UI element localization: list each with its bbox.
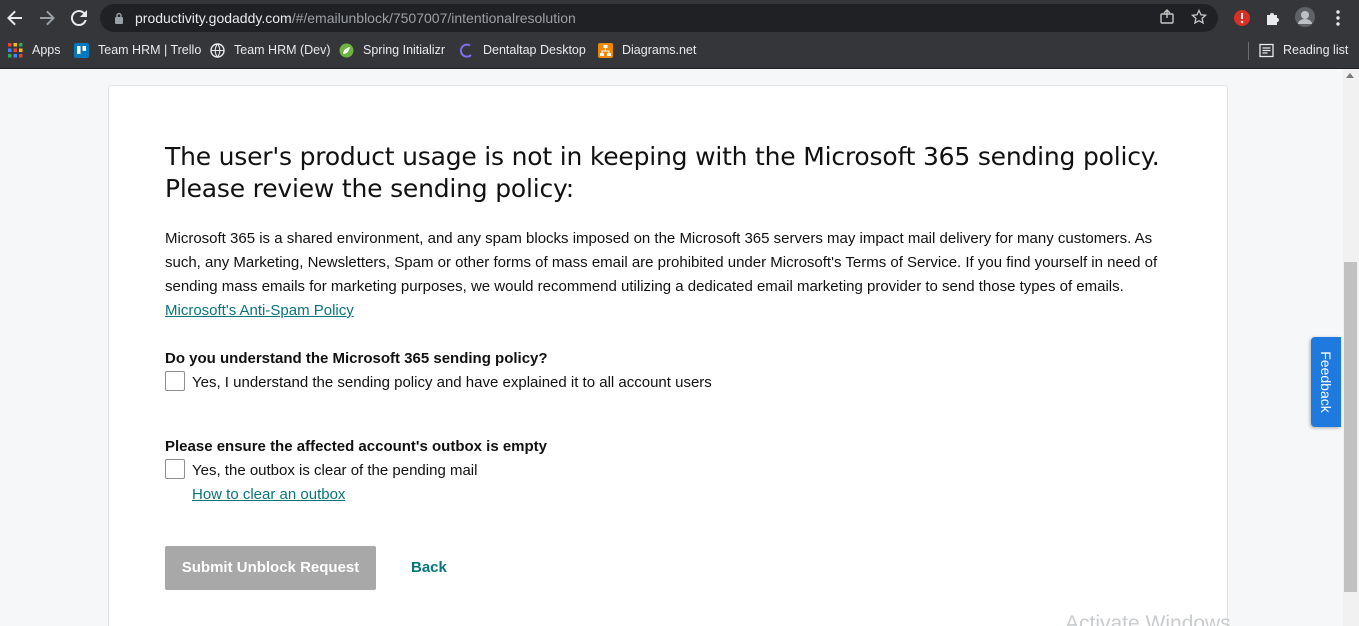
bookmark-label: Team HRM | Trello: [98, 43, 202, 57]
address-bar[interactable]: productivity.godaddy.com/#/emailunblock/…: [100, 4, 1218, 32]
page-title: The user's product usage is not in keepi…: [165, 142, 1160, 203]
bookmark-star-icon[interactable]: [1190, 8, 1208, 27]
reading-list-icon: [1259, 43, 1274, 58]
feedback-tab[interactable]: Feedback: [1311, 337, 1341, 427]
extensions-puzzle-icon[interactable]: [1263, 8, 1283, 28]
bookmarks-divider: [1248, 42, 1249, 60]
dentaltap-icon: [459, 43, 472, 58]
profile-avatar-icon[interactable]: [1294, 6, 1316, 28]
forward-arrow-icon[interactable]: [35, 6, 59, 30]
submit-unblock-button[interactable]: Submit Unblock Request: [165, 546, 376, 590]
scrollbar-thumb[interactable]: [1344, 262, 1357, 592]
extension-shield-icon[interactable]: [1232, 8, 1252, 28]
understand-policy-checkbox[interactable]: [165, 371, 185, 391]
feedback-label: Feedback: [1318, 351, 1334, 413]
trello-icon: [74, 43, 89, 58]
outbox-clear-label[interactable]: Yes, the outbox is clear of the pending …: [192, 462, 477, 479]
lock-icon: [115, 12, 123, 24]
policy-paragraph: Microsoft 365 is a shared environment, a…: [165, 227, 1175, 323]
anti-spam-policy-link[interactable]: Microsoft's Anti-Spam Policy: [165, 302, 354, 319]
bookmark-label: Dentaltap Desktop: [483, 43, 586, 57]
bookmark-label: Team HRM (Dev): [234, 43, 331, 57]
question-outbox: Please ensure the affected account's out…: [165, 438, 548, 455]
diagrams-icon: [598, 43, 613, 58]
reading-list-label: Reading list: [1283, 43, 1349, 57]
bookmarks-bar: Apps Team HRM | Trello Team HRM (Dev) Sp…: [0, 36, 1359, 69]
activate-windows-watermark: Activate Windows: [1065, 612, 1231, 626]
browser-menu-icon[interactable]: [1328, 8, 1348, 28]
unblock-card: The user's product usage is not in keepi…: [108, 85, 1231, 626]
page-viewport: The user's product usage is not in keepi…: [0, 69, 1343, 626]
outbox-clear-checkbox[interactable]: [165, 459, 185, 479]
browser-toolbar: productivity.godaddy.com/#/emailunblock/…: [0, 0, 1359, 36]
share-icon[interactable]: [1158, 9, 1176, 27]
question-sending-policy: Do you understand the Microsoft 365 send…: [165, 350, 548, 367]
reload-icon[interactable]: [67, 6, 91, 30]
bookmark-label: Apps: [32, 43, 61, 57]
bookmark-label: Diagrams.net: [622, 43, 697, 57]
back-arrow-icon[interactable]: [3, 6, 27, 30]
policy-text: Microsoft 365 is a shared environment, a…: [165, 230, 1158, 295]
spring-leaf-icon: [339, 43, 354, 58]
apps-grid-icon: [8, 43, 23, 58]
globe-icon: [210, 43, 225, 58]
url-text: productivity.godaddy.com/#/emailunblock/…: [135, 10, 576, 26]
clear-outbox-link[interactable]: How to clear an outbox: [192, 486, 345, 503]
bookmark-label: Spring Initializr: [363, 43, 445, 57]
scroll-up-arrow-icon[interactable]: [1346, 73, 1354, 78]
understand-policy-label[interactable]: Yes, I understand the sending policy and…: [192, 374, 712, 391]
back-link[interactable]: Back: [411, 546, 447, 590]
